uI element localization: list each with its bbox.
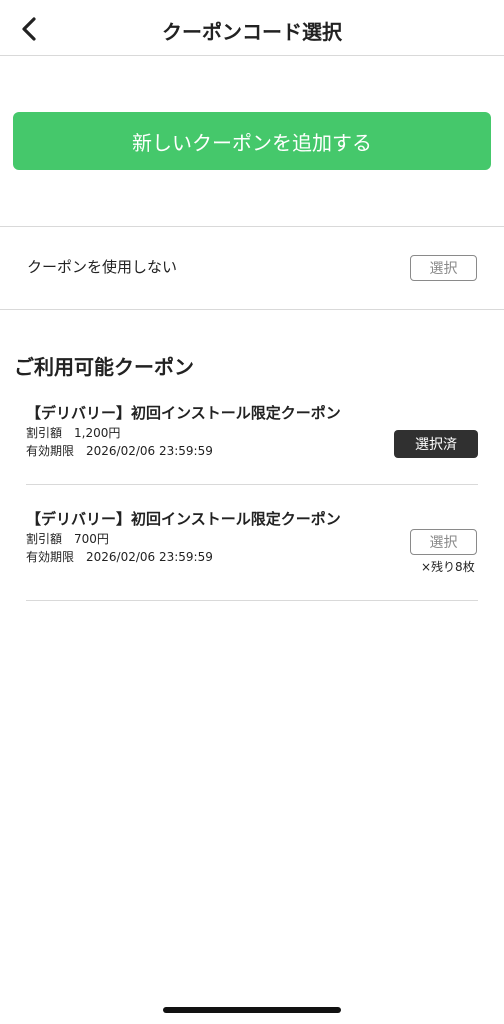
coupon-name: 【デリバリー】初回インストール限定クーポン <box>26 510 341 528</box>
add-coupon-button[interactable]: 新しいクーポンを追加する <box>13 112 491 170</box>
coupon-discount: 割引額 700円 <box>26 532 109 546</box>
page-title: クーポンコード選択 <box>162 20 342 44</box>
coupon-expiry: 有効期限 2026/02/06 23:59:59 <box>26 550 213 564</box>
coupon-divider <box>26 600 478 601</box>
no-coupon-select-button[interactable]: 選択 <box>410 255 477 281</box>
coupon-selected-button[interactable]: 選択済 <box>394 430 478 458</box>
no-coupon-label: クーポンを使用しない <box>27 258 178 276</box>
coupon-discount: 割引額 1,200円 <box>26 426 121 440</box>
available-coupons-title: ご利用可能クーポン <box>14 355 194 379</box>
section-divider <box>0 309 504 310</box>
coupon-remaining-count: ×残り8枚 <box>421 560 475 574</box>
section-divider <box>0 226 504 227</box>
coupon-select-button[interactable]: 選択 <box>410 529 477 555</box>
home-indicator[interactable] <box>163 1007 341 1013</box>
coupon-name: 【デリバリー】初回インストール限定クーポン <box>26 404 341 422</box>
header-bar: クーポンコード選択 <box>0 0 504 56</box>
coupon-expiry: 有効期限 2026/02/06 23:59:59 <box>26 444 213 458</box>
coupon-divider <box>26 484 478 485</box>
